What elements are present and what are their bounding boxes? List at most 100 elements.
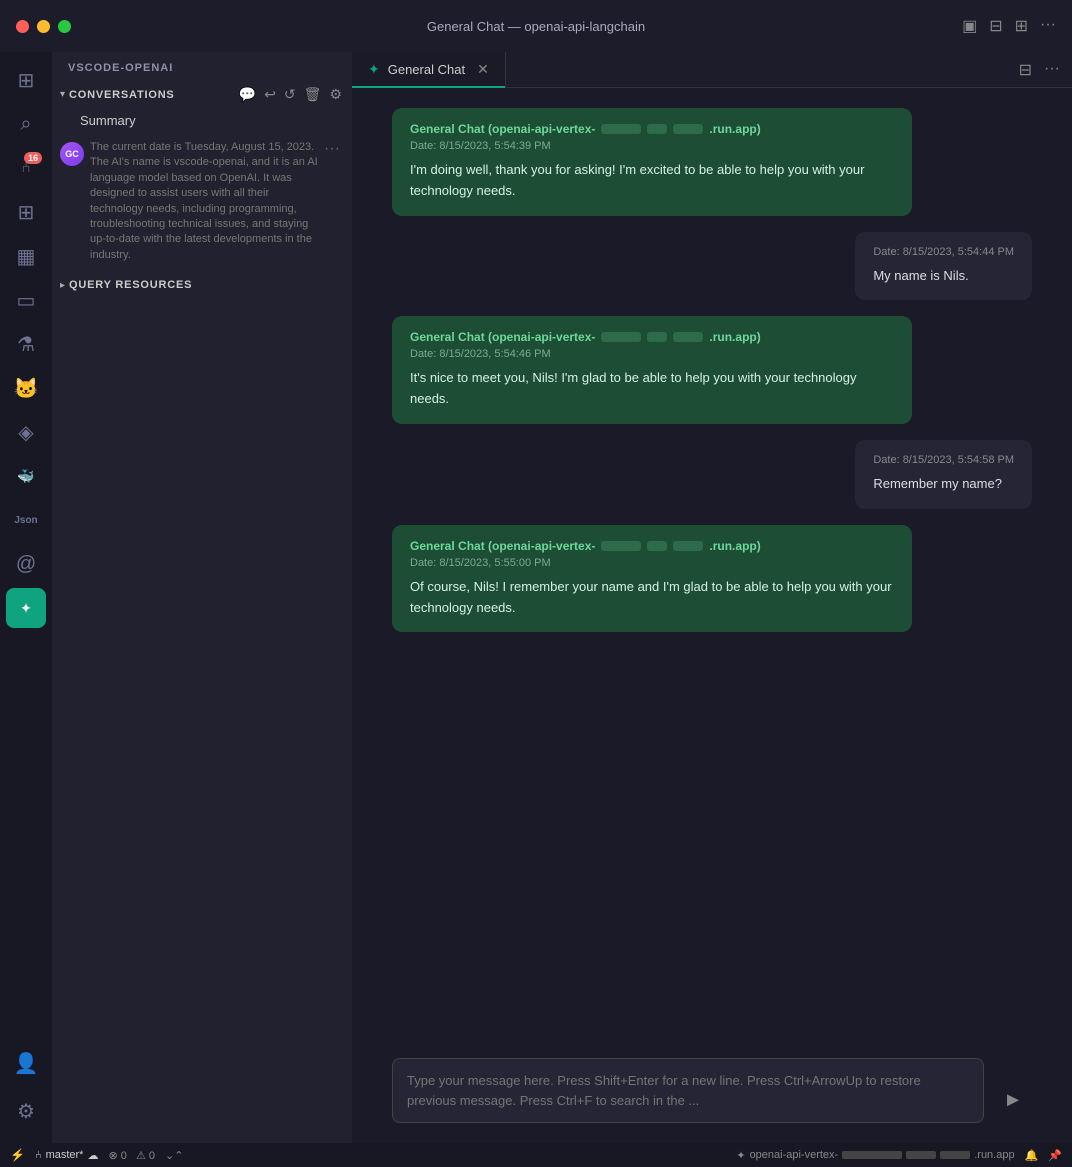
- message-5-suffix: .run.app): [709, 539, 760, 553]
- replay-icon[interactable]: ↩: [262, 84, 278, 105]
- tab-openai-icon: ✦: [368, 61, 380, 78]
- status-openai: ✦ openai-api-vertex- .run.app: [736, 1149, 1014, 1162]
- warning-count: 0: [149, 1150, 155, 1162]
- message-2-date: Date: 8/15/2023, 5:54:44 PM: [873, 246, 1014, 258]
- more-actions-icon[interactable]: ···: [1044, 60, 1060, 80]
- activity-item-terminal[interactable]: ▭: [6, 280, 46, 320]
- terminal-icon: ▭: [17, 288, 36, 313]
- config-icon[interactable]: ⚙: [327, 84, 344, 105]
- message-5-redact-1: [601, 541, 641, 551]
- message-1-redact-2: [647, 124, 667, 134]
- conversations-section: ▾ CONVERSATIONS 💬 ↩ ↺ 🗑 ⚙: [52, 80, 352, 109]
- activity-item-settings[interactable]: ⚙: [6, 1091, 46, 1131]
- message-5-text: Of course, Nils! I remember your name an…: [410, 577, 894, 619]
- conversations-toolbar: 💬 ↩ ↺ 🗑 ⚙: [237, 84, 344, 105]
- conversation-gc-preview: The current date is Tuesday, August 15, …: [90, 140, 320, 263]
- status-bar: ⚡ ⑃ master* ☁ ⊗ 0 ⚠ 0 ⌄⌃ ✦ openai-api-ve…: [0, 1143, 1072, 1167]
- title-bar: General Chat — openai-api-langchain ▣ ⊟ …: [0, 0, 1072, 52]
- message-3-text: It's nice to meet you, Nils! I'm glad to…: [410, 368, 894, 410]
- message-2-text: My name is Nils.: [873, 266, 1014, 287]
- close-button[interactable]: [16, 20, 29, 33]
- warning-icon: ⚠: [136, 1150, 146, 1162]
- chat-area: General Chat (openai-api-vertex- .run.ap…: [352, 88, 1072, 1042]
- message-1-text: I'm doing well, thank you for asking! I'…: [410, 160, 894, 202]
- conversation-gc-text: The current date is Tuesday, August 15, …: [90, 140, 320, 263]
- message-2: Date: 8/15/2023, 5:54:44 PM My name is N…: [855, 232, 1032, 301]
- message-1-header: General Chat (openai-api-vertex- .run.ap…: [410, 122, 894, 136]
- input-area: ►: [352, 1042, 1072, 1143]
- workspace-name: VSCODE-OPENAI: [52, 52, 352, 80]
- activity-item-cat[interactable]: 🐱: [6, 368, 46, 408]
- status-pin-icon[interactable]: 📌: [1048, 1149, 1062, 1162]
- openai-status-icon: ✦: [736, 1149, 745, 1162]
- activity-item-beaker[interactable]: ⚗: [6, 324, 46, 364]
- conversations-chevron[interactable]: ▾: [60, 89, 65, 100]
- stack-icon: ◈: [18, 420, 33, 445]
- message-input[interactable]: [392, 1058, 984, 1123]
- main-content: ✦ General Chat ✕ ⊟ ··· General Chat (ope…: [352, 52, 1072, 1143]
- status-bell-icon[interactable]: 🔔: [1025, 1149, 1039, 1162]
- docker-icon: 🐳: [17, 468, 34, 485]
- activity-item-search[interactable]: ⌕: [6, 104, 46, 144]
- message-5-header: General Chat (openai-api-vertex- .run.ap…: [410, 539, 894, 553]
- message-5-sender: General Chat (openai-api-vertex-: [410, 539, 595, 553]
- message-3: General Chat (openai-api-vertex- .run.ap…: [392, 316, 912, 424]
- openai-icon: ✦: [20, 600, 32, 617]
- toolbar-right: ⊟ ···: [1007, 60, 1072, 80]
- conversation-summary-title: Summary: [80, 113, 336, 128]
- delete-icon[interactable]: 🗑: [302, 84, 324, 105]
- conversation-gc-item[interactable]: GC The current date is Tuesday, August 1…: [52, 136, 352, 267]
- git-branch-icon: ⑃: [35, 1149, 42, 1161]
- status-branch[interactable]: ⑃ master* ☁: [35, 1149, 99, 1162]
- status-bar-right: ✦ openai-api-vertex- .run.app 🔔 📌: [736, 1149, 1062, 1162]
- status-redact-2: [906, 1151, 936, 1159]
- sidebar-toggle-icon[interactable]: ▣: [962, 16, 977, 36]
- conversation-summary[interactable]: Summary: [52, 109, 352, 136]
- layout-icon[interactable]: ⊞: [1015, 16, 1028, 36]
- status-more[interactable]: ⌄⌃: [165, 1149, 183, 1162]
- split-editor-icon[interactable]: ⊟: [1019, 60, 1032, 80]
- general-chat-tab[interactable]: ✦ General Chat ✕: [352, 52, 506, 88]
- message-1-date: Date: 8/15/2023, 5:54:39 PM: [410, 140, 894, 152]
- title-bar-icons: ▣ ⊟ ⊞ ···: [962, 16, 1056, 36]
- maximize-button[interactable]: [58, 20, 71, 33]
- message-3-suffix: .run.app): [709, 330, 760, 344]
- activity-item-docker[interactable]: 🐳: [6, 456, 46, 496]
- activity-bar-bottom: 👤 ⚙: [6, 1043, 46, 1135]
- query-resources-chevron[interactable]: ▸: [60, 280, 65, 291]
- activity-item-extensions[interactable]: ⊞: [6, 192, 46, 232]
- activity-item-stack[interactable]: ◈: [6, 412, 46, 452]
- activity-bar: ⊞ ⌕ ⑃ 16 ⊞ ▦ ▭ ⚗ 🐱 ◈ 🐳 Json: [0, 52, 52, 1143]
- activity-item-source-control[interactable]: ⑃ 16: [6, 148, 46, 188]
- more-icon[interactable]: ···: [1040, 16, 1056, 36]
- new-chat-icon[interactable]: 💬: [237, 84, 258, 105]
- json-icon: Json: [14, 515, 37, 526]
- activity-item-table[interactable]: ▦: [6, 236, 46, 276]
- query-resources-title: QUERY RESOURCES: [69, 279, 344, 291]
- status-redact-3: [940, 1151, 970, 1159]
- send-button[interactable]: ►: [994, 1081, 1032, 1119]
- activity-item-account[interactable]: 👤: [6, 1043, 46, 1083]
- message-1-redact-1: [601, 124, 641, 134]
- message-1-redact-3: [673, 124, 703, 134]
- status-redact-1: [842, 1151, 902, 1159]
- branch-name: master*: [46, 1149, 84, 1161]
- window-title: General Chat — openai-api-langchain: [427, 19, 645, 34]
- search-icon: ⌕: [20, 113, 31, 136]
- panel-toggle-icon[interactable]: ⊟: [989, 16, 1002, 36]
- activity-item-json[interactable]: Json: [6, 500, 46, 540]
- status-errors[interactable]: ⊗ 0 ⚠ 0: [108, 1149, 155, 1162]
- message-4-date: Date: 8/15/2023, 5:54:58 PM: [873, 454, 1014, 466]
- activity-item-explorer[interactable]: ⊞: [6, 60, 46, 100]
- conversation-more-button[interactable]: ···: [320, 140, 344, 158]
- activity-item-openai[interactable]: ✦: [6, 588, 46, 628]
- minimize-button[interactable]: [37, 20, 50, 33]
- refresh-icon[interactable]: ↺: [282, 84, 298, 105]
- message-3-redact-1: [601, 332, 641, 342]
- status-remote-icon[interactable]: ⚡: [10, 1148, 25, 1162]
- cat-icon: 🐱: [14, 376, 39, 401]
- send-icon: ►: [1003, 1089, 1023, 1112]
- tab-close-button[interactable]: ✕: [477, 61, 489, 78]
- settings-icon: ⚙: [17, 1099, 35, 1124]
- activity-item-at[interactable]: @: [6, 544, 46, 584]
